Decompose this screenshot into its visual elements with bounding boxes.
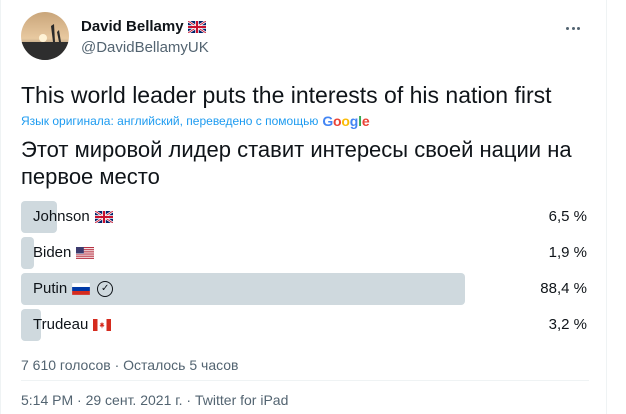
frame-border-right: [606, 0, 607, 414]
poll-option[interactable]: Putin ✓ 88,4 %: [21, 273, 589, 305]
poll-option[interactable]: Trudeau 3,2 %: [21, 309, 589, 341]
tweet-time[interactable]: 5:14 PM: [21, 392, 73, 408]
tweet-text: This world leader puts the interests of …: [21, 82, 552, 108]
meta-separator: ·: [73, 392, 86, 408]
uk-flag-icon: [94, 210, 113, 223]
author-handle[interactable]: @DavidBellamyUK: [81, 39, 209, 56]
winner-check-icon: ✓: [97, 280, 114, 297]
poll-option-label: Trudeau: [33, 316, 89, 333]
avatar[interactable]: [21, 12, 69, 60]
uk-flag-icon: [187, 20, 206, 33]
frame-border-left: [0, 0, 1, 414]
poll-option-percent: 6,5 %: [548, 208, 587, 225]
author-display-name: David Bellamy: [81, 18, 184, 35]
poll-option-percent: 88,4 %: [540, 280, 587, 297]
meta-separator: ·: [182, 392, 195, 408]
poll: Johnson 6,5 % Biden 1,9 % Putin ✓ 88,4 % Trudea…: [21, 201, 589, 345]
poll-option-label-row: Trudeau: [33, 316, 112, 333]
tweet-meta: 5:14 PM · 29 сент. 2021 г. · Twitter for…: [21, 392, 288, 408]
translated-tweet-text: Этот мировой лидер ставит интересы своей…: [21, 137, 572, 189]
translation-note-text: Язык оригинала: английский, переведено с…: [21, 114, 319, 128]
divider: [21, 380, 589, 381]
russia-flag-icon: [72, 282, 91, 295]
poll-option-label-row: Biden: [33, 244, 95, 261]
tweet-date[interactable]: 29 сент. 2021 г.: [86, 392, 183, 408]
poll-option-label-row: Johnson: [33, 208, 113, 225]
author-names: David Bellamy @DavidBellamyUK: [81, 18, 209, 56]
translation-note[interactable]: Язык оригинала: английский, переведено с…: [21, 113, 370, 129]
poll-option-label-row: Putin ✓: [33, 280, 114, 297]
tweet-source[interactable]: Twitter for iPad: [195, 392, 288, 408]
poll-option-percent: 3,2 %: [548, 316, 587, 333]
tweet-header: David Bellamy @DavidBellamyUK: [21, 12, 591, 60]
poll-option-label: Biden: [33, 244, 72, 261]
google-logo: Google: [322, 113, 370, 129]
author-display-name-row[interactable]: David Bellamy: [81, 18, 209, 35]
poll-option-label: Putin: [33, 280, 68, 297]
us-flag-icon: [76, 246, 95, 259]
poll-option-percent: 1,9 %: [548, 244, 587, 261]
avatar-image: [21, 12, 69, 60]
poll-option[interactable]: Johnson 6,5 %: [21, 201, 589, 233]
canada-flag-icon: [93, 318, 112, 331]
poll-option[interactable]: Biden 1,9 %: [21, 237, 589, 269]
more-options-icon[interactable]: [561, 18, 585, 38]
poll-meta: 7 610 голосов · Осталось 5 часов: [21, 357, 239, 373]
poll-option-label: Johnson: [33, 208, 90, 225]
